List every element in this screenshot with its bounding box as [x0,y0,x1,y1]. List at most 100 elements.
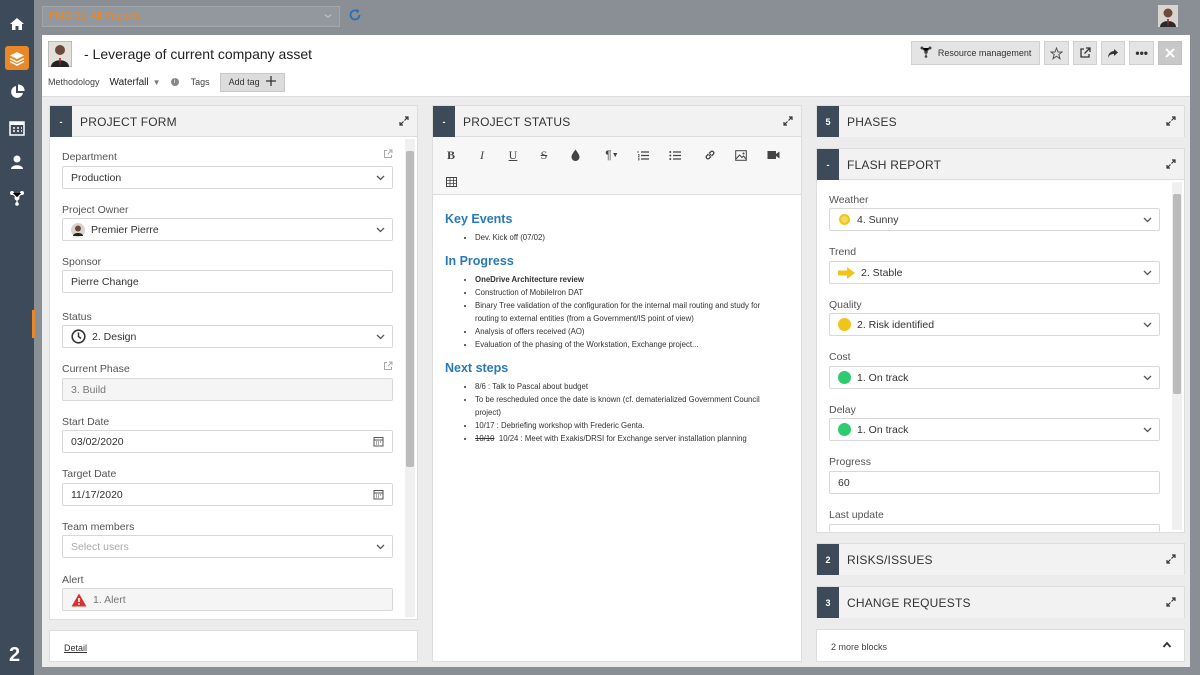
pie-chart-icon[interactable] [7,82,27,102]
last-update-field[interactable] [829,524,1160,532]
video-icon[interactable] [765,147,781,163]
quality-value: 2. Risk identified [857,318,935,331]
status-select[interactable]: 2. Design [62,325,393,348]
phases-count-badge[interactable]: 5 [817,106,839,137]
star-icon[interactable] [1044,41,1070,65]
top-bar: PMO 01. All Projects [34,0,1200,34]
paragraph-icon[interactable]: ¶ ▼ [601,147,623,163]
scrollbar-thumb[interactable] [406,151,414,467]
flash-report-header: - FLASH REPORT [817,149,1184,180]
expand-icon[interactable] [399,116,409,129]
target-date-value: 11/17/2020 [71,488,123,501]
tags-label: Tags [190,77,210,87]
expand-icon[interactable] [1166,597,1176,610]
caret-down-icon[interactable]: ▼ [153,78,161,87]
scrollbar-thumb[interactable] [1173,194,1181,394]
italic-icon[interactable]: I [474,147,490,163]
share-icon[interactable] [1101,41,1126,65]
strikethrough-icon[interactable]: S [536,147,552,163]
section-heading: Key Events [445,212,513,226]
trend-select[interactable]: 2. Stable [829,261,1160,284]
weather-select[interactable]: 4. Sunny [829,208,1160,231]
hierarchy-icon[interactable] [7,188,27,208]
bold-icon[interactable]: B [443,147,459,163]
cost-select[interactable]: 1. On track [829,366,1160,389]
home-icon[interactable] [7,14,27,34]
more-blocks-bar[interactable]: 2 more blocks [816,629,1185,662]
phase-value: 3. Build [71,383,107,396]
collapse-button[interactable]: - [817,149,839,180]
resource-management-button[interactable]: Resource management [910,41,1041,65]
external-link-icon[interactable] [383,149,393,162]
add-tag-button[interactable]: Add tag [219,72,285,92]
close-icon[interactable] [1158,41,1182,65]
quality-select[interactable]: 2. Risk identified [829,313,1160,336]
active-marker [32,310,35,338]
target-date-field[interactable]: 11/17/2020 [62,483,393,506]
link-icon[interactable] [702,147,718,163]
risks-header: 2 RISKS/ISSUES [817,544,1184,575]
color-drop-icon[interactable] [567,147,583,163]
more-blocks-label: 2 more blocks [831,642,888,652]
panel-title: PROJECT FORM [80,115,177,129]
calendar-icon[interactable] [373,489,384,503]
hierarchy-icon [920,46,932,60]
delay-select[interactable]: 1. On track [829,418,1160,441]
expand-icon[interactable] [1166,159,1176,172]
form-scrollbar[interactable] [405,139,415,617]
calendar-icon[interactable] [373,436,384,450]
alert-field: 1. Alert [62,588,393,611]
quality-label: Quality [829,299,862,311]
team-members-select[interactable]: Select users [62,535,393,558]
methodology-label: Methodology [48,77,100,87]
collapse-button[interactable]: - [50,106,72,137]
info-icon[interactable]: i [170,78,179,86]
project-selector[interactable]: PMO 01. All Projects [42,6,340,27]
project-status-header: - PROJECT STATUS [433,106,801,137]
resource-management-label: Resource management [937,48,1032,58]
user-avatar[interactable] [1158,5,1178,27]
plus-icon [265,76,276,88]
expand-icon[interactable] [1166,554,1176,567]
underline-icon[interactable]: U [505,147,521,163]
more-icon[interactable]: ••• [1129,41,1154,65]
external-link-icon[interactable] [1073,41,1098,65]
detail-link[interactable]: Detail [64,643,87,653]
list-item: 8/6 : Talk to Pascal about budget [475,380,785,393]
phase-field: 3. Build [62,378,393,401]
ordered-list-icon[interactable] [635,147,651,163]
chevron-up-icon[interactable] [1162,640,1172,653]
team-members-label: Team members [62,521,135,533]
start-date-field[interactable]: 03/02/2020 [62,430,393,453]
change-requests-count-badge[interactable]: 3 [817,587,839,618]
weather-value: 4. Sunny [857,213,899,226]
department-value: Production [71,171,122,184]
status-value: 2. Design [92,330,137,343]
sponsor-field[interactable]: Pierre Change [62,270,393,293]
chevron-down-icon [1142,319,1153,333]
refresh-icon[interactable] [348,8,362,25]
expand-icon[interactable] [783,116,793,129]
risks-count-badge[interactable]: 2 [817,544,839,575]
status-dot-icon [838,318,851,331]
owner-select[interactable]: Premier Pierre [62,218,393,241]
progress-field[interactable]: 60 [829,471,1160,494]
layers-icon[interactable] [5,46,29,70]
project-status-panel: - PROJECT STATUS B I U S ¶ ▼ Key Events … [432,105,802,662]
external-link-icon[interactable] [383,361,393,374]
table-icon[interactable] [443,174,459,190]
collapse-button[interactable]: - [433,106,455,137]
chevron-down-icon [1142,214,1153,228]
calendar-icon[interactable] [7,118,27,138]
panel-title: PHASES [847,115,897,129]
methodology-select[interactable]: Waterfall [110,77,149,88]
project-selector-label: PMO 01. All Projects [49,11,141,22]
department-select[interactable]: Production [62,166,393,189]
trend-label: Trend [829,246,857,258]
users-icon[interactable] [7,152,27,172]
expand-icon[interactable] [1166,116,1176,129]
status-document[interactable]: Key Events Dev. Kick off (07/02) In Prog… [445,212,785,455]
image-icon[interactable] [733,147,749,163]
bullet-list-icon[interactable] [667,147,683,163]
flash-scrollbar[interactable] [1172,182,1182,530]
